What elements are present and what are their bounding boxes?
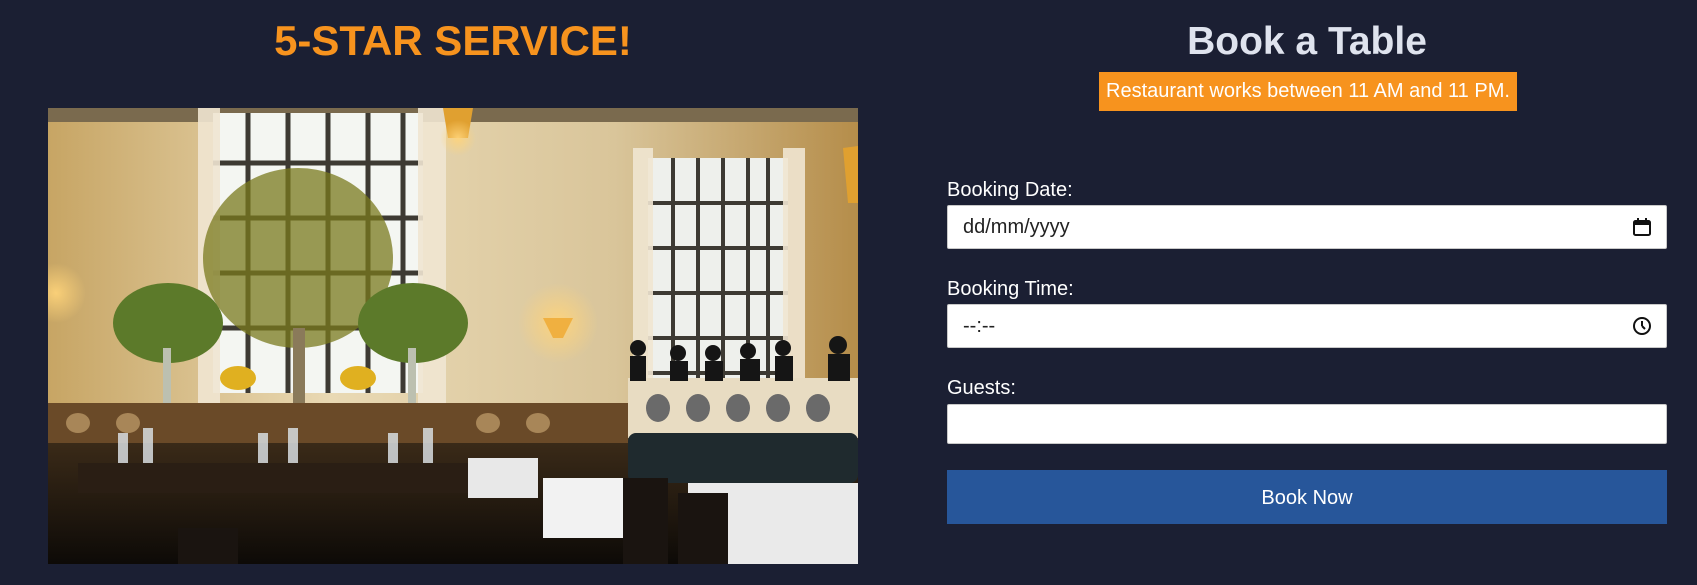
booking-date-input[interactable]: dd/mm/yyyy [947,205,1667,249]
booking-date-placeholder: dd/mm/yyyy [963,216,1070,238]
booking-time-label: Booking Time: [947,278,1074,300]
calendar-icon[interactable] [1632,217,1652,237]
booking-time-input[interactable]: --:-- [947,304,1667,348]
page: 5-STAR SERVICE! Book a Table Restaurant … [0,0,1697,585]
opening-hours-notice: Restaurant works between 11 AM and 11 PM… [1099,72,1517,111]
booking-date-label: Booking Date: [947,179,1073,201]
guests-input[interactable] [947,404,1667,444]
booking-time-placeholder: --:-- [963,315,996,337]
booking-heading: Book a Table [1187,20,1427,63]
book-now-button[interactable]: Book Now [947,470,1667,524]
restaurant-photo [48,108,858,564]
service-heading: 5-STAR SERVICE! [274,17,632,64]
clock-icon[interactable] [1632,316,1652,336]
guests-label: Guests: [947,377,1016,399]
